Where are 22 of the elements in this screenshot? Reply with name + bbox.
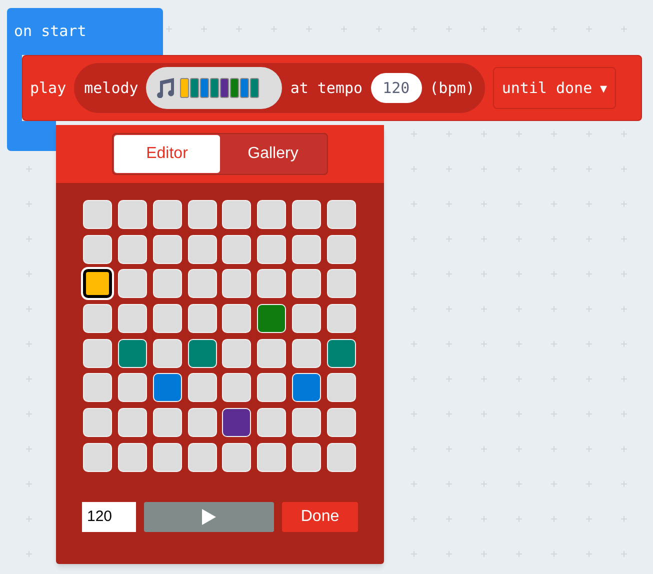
block-label: on start xyxy=(14,21,86,42)
play-icon xyxy=(201,508,217,526)
block-label: (bpm) xyxy=(430,78,475,99)
dropdown-arrow-icon: ▾ xyxy=(600,78,608,98)
tempo-field[interactable]: 120 xyxy=(370,73,422,103)
melody-preview[interactable] xyxy=(146,67,282,109)
mode-dropdown[interactable]: until done ▾ xyxy=(492,67,616,109)
tab[interactable]: Editor xyxy=(114,135,220,173)
block-label: play xyxy=(30,78,66,99)
block-label: at tempo xyxy=(290,78,363,99)
play-block[interactable]: play melody at tempo 120 (bpm) until done ▾ xyxy=(22,55,642,121)
event-block-foot xyxy=(7,121,56,151)
event-block[interactable]: on start xyxy=(7,8,163,55)
tab[interactable]: Gallery xyxy=(220,135,326,173)
tempo-input[interactable]: 120 xyxy=(82,502,136,532)
done-button[interactable]: Done xyxy=(282,502,358,532)
note-cell[interactable] xyxy=(83,269,112,298)
play-button[interactable] xyxy=(144,502,274,532)
block-label: melody xyxy=(84,78,138,99)
melody-block[interactable]: melody at tempo 120 (bpm) xyxy=(74,63,485,113)
dropdown-label: until done xyxy=(502,78,592,99)
music-note-icon xyxy=(154,78,176,98)
